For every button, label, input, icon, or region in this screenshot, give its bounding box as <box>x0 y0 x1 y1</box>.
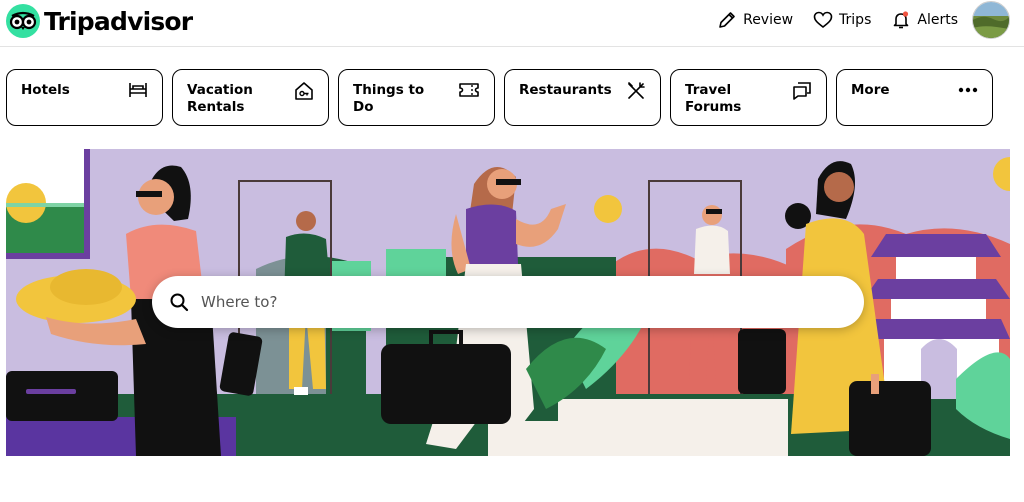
alerts-button[interactable]: Alerts <box>891 10 958 30</box>
category-label: Hotels <box>21 82 70 98</box>
search-icon <box>169 292 189 312</box>
heart-icon <box>813 11 833 29</box>
more-dots-icon <box>958 81 978 103</box>
ticket-icon <box>458 81 480 103</box>
fork-knife-icon <box>626 81 646 105</box>
category-more[interactable]: More <box>836 69 993 126</box>
category-things-to-do[interactable]: Things to Do <box>338 69 495 126</box>
nav-actions: Review Trips Alerts <box>697 0 1024 40</box>
house-icon <box>294 81 314 105</box>
hero-illustration <box>6 149 1010 456</box>
category-travel-forums[interactable]: Travel Forums <box>670 69 827 126</box>
category-label: Restaurants <box>519 82 612 98</box>
category-label: Vacation Rentals <box>187 82 253 115</box>
category-restaurants[interactable]: Restaurants <box>504 69 661 126</box>
review-button[interactable]: Review <box>717 10 793 30</box>
owl-logo-icon <box>6 4 40 38</box>
chat-bubbles-icon <box>792 81 812 105</box>
tripadvisor-logo[interactable]: Tripadvisor <box>6 4 193 38</box>
category-label: Things to Do <box>353 82 425 115</box>
bed-icon <box>128 81 148 103</box>
trips-button[interactable]: Trips <box>813 11 871 29</box>
category-hotels[interactable]: Hotels <box>6 69 163 126</box>
pencil-icon <box>717 10 737 30</box>
category-label: Travel Forums <box>685 82 742 115</box>
search-input[interactable] <box>199 292 803 312</box>
search-bar[interactable] <box>152 276 864 328</box>
category-label: More <box>851 82 890 98</box>
alerts-label: Alerts <box>917 12 958 28</box>
profile-avatar[interactable] <box>972 1 1010 39</box>
trips-label: Trips <box>839 12 872 28</box>
category-vacation-rentals[interactable]: Vacation Rentals <box>172 69 329 126</box>
top-navigation: Tripadvisor Review Trips Alerts <box>0 0 1024 47</box>
review-label: Review <box>743 12 794 28</box>
bell-icon <box>891 10 911 30</box>
brand-name: Tripadvisor <box>44 6 193 36</box>
category-row: Hotels Vacation Rentals Things to Do Res… <box>6 69 993 126</box>
